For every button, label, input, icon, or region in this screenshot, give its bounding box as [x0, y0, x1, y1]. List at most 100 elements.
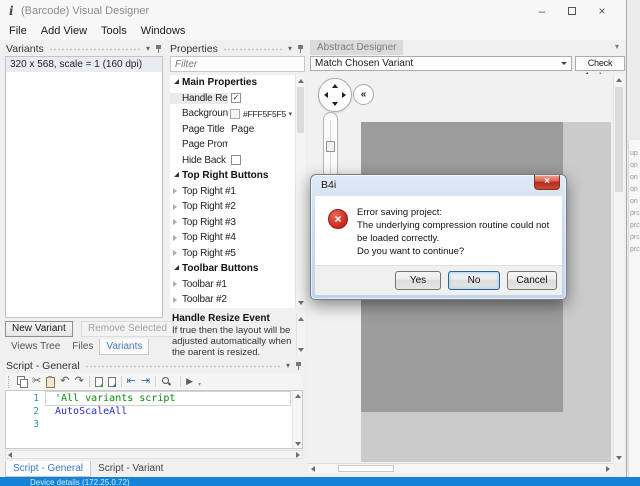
remove-selected-button[interactable]: Remove Selected	[81, 321, 174, 337]
property-group-top-right-5[interactable]: Top Right #5	[170, 246, 295, 262]
redo-icon[interactable]: ↷	[74, 376, 83, 387]
scrollbar-thumb[interactable]	[615, 87, 623, 192]
chevron-down-icon[interactable]: ▾	[288, 110, 292, 118]
property-row-hide-back[interactable]: Hide Back B...	[170, 153, 295, 169]
filter-input[interactable]	[171, 58, 309, 70]
undo-icon[interactable]: ↶	[60, 376, 69, 387]
properties-scrollbar[interactable]	[295, 75, 305, 308]
scroll-up-icon[interactable]	[293, 391, 302, 400]
maximize-button[interactable]	[562, 4, 582, 18]
scroll-right-icon[interactable]	[296, 452, 300, 458]
toolbar-grip[interactable]	[8, 375, 11, 388]
checkbox-checked[interactable]: ✓	[231, 93, 241, 104]
tab-views-tree[interactable]: Views Tree	[5, 339, 66, 354]
indent-icon[interactable]: ⇥	[141, 376, 150, 387]
description-scrollbar[interactable]	[296, 313, 305, 355]
no-button[interactable]: No	[448, 271, 500, 290]
close-button[interactable]: ×	[592, 4, 612, 18]
copy-icon[interactable]	[17, 376, 28, 388]
pin-icon[interactable]	[297, 44, 305, 54]
menu-tools[interactable]: Tools	[101, 25, 127, 37]
pan-down-icon[interactable]	[332, 102, 338, 106]
chevron-down-icon[interactable]: ▾	[286, 361, 290, 370]
tab-abstract-designer[interactable]: Abstract Designer	[310, 40, 404, 55]
editor-scrollbar[interactable]	[292, 391, 302, 448]
property-row-background[interactable]: Background... #FFF5F5F5 ▾	[170, 106, 295, 122]
variant-list-item[interactable]: 320 x 568, scale = 1 (160 dpi)	[6, 57, 162, 72]
collapse-icon[interactable]	[174, 79, 179, 85]
canvas-hscrollbar[interactable]	[308, 463, 613, 473]
collapse-icon[interactable]	[174, 172, 179, 178]
scroll-down-icon[interactable]	[296, 297, 305, 308]
menu-add-view[interactable]: Add View	[41, 25, 87, 37]
pan-left-icon[interactable]	[324, 92, 328, 98]
property-value[interactable]	[228, 137, 295, 153]
outdent-icon[interactable]: ⇤	[127, 376, 136, 387]
cancel-button[interactable]: Cancel	[507, 271, 557, 290]
property-value[interactable]: Page	[228, 122, 295, 138]
scroll-down-icon[interactable]	[614, 452, 624, 463]
property-group-toolbar-2[interactable]: Toolbar #2	[170, 292, 295, 308]
collapse-tools-button[interactable]: «	[353, 84, 374, 105]
cut-icon[interactable]: ✂	[32, 376, 41, 387]
property-row-page-title[interactable]: Page Title Page	[170, 122, 295, 138]
expand-icon[interactable]	[173, 203, 177, 210]
property-section-top-right[interactable]: Top Right Buttons	[170, 168, 295, 184]
property-row-page-prompt[interactable]: Page Prompt	[170, 137, 295, 153]
chevron-down-icon[interactable]: ▾	[288, 44, 292, 53]
expand-icon[interactable]	[173, 188, 177, 195]
check-anchors-button[interactable]: Check Anchors	[575, 56, 625, 81]
yes-button[interactable]: Yes	[395, 271, 441, 290]
expand-icon[interactable]	[173, 281, 177, 288]
uncomment-icon[interactable]	[107, 376, 116, 387]
expand-icon[interactable]	[173, 296, 177, 303]
scroll-left-icon[interactable]	[311, 466, 315, 472]
scrollbar-thumb[interactable]	[338, 465, 394, 472]
scrollbar-thumb[interactable]	[297, 87, 304, 133]
toolbar-overflow-icon[interactable]: ▾	[198, 381, 201, 388]
property-group-top-right-1[interactable]: Top Right #1	[170, 184, 295, 200]
property-group-toolbar-1[interactable]: Toolbar #1	[170, 277, 295, 293]
run-icon[interactable]: ▶	[186, 376, 193, 387]
pan-control[interactable]	[318, 78, 352, 112]
paste-icon[interactable]	[46, 375, 56, 388]
menu-windows[interactable]: Windows	[141, 25, 186, 37]
property-group-top-right-4[interactable]: Top Right #4	[170, 230, 295, 246]
dialog-close-button[interactable]: ×	[534, 175, 560, 190]
pan-right-icon[interactable]	[342, 92, 346, 98]
pin-icon[interactable]	[155, 44, 163, 54]
property-group-top-right-2[interactable]: Top Right #2	[170, 199, 295, 215]
pin-icon[interactable]	[295, 361, 303, 371]
zoom-slider-handle[interactable]	[326, 141, 335, 152]
tab-variants[interactable]: Variants	[99, 339, 150, 355]
tab-files[interactable]: Files	[66, 339, 99, 354]
find-icon[interactable]	[161, 376, 172, 387]
tab-script-variant[interactable]: Script - Variant	[91, 461, 170, 477]
pan-up-icon[interactable]	[332, 84, 338, 88]
canvas-vscrollbar[interactable]	[613, 74, 624, 463]
variant-selector-dropdown[interactable]: Match Chosen Variant	[310, 56, 572, 71]
tab-script-general[interactable]: Script - General	[5, 461, 92, 477]
scroll-down-icon[interactable]	[293, 439, 302, 448]
property-group-top-right-3[interactable]: Top Right #3	[170, 215, 295, 231]
minimize-button[interactable]: –	[532, 4, 552, 18]
scroll-left-icon[interactable]	[8, 452, 12, 458]
collapse-icon[interactable]	[174, 265, 179, 271]
editor-hscrollbar[interactable]	[5, 450, 303, 459]
property-section-main[interactable]: Main Properties	[170, 75, 295, 91]
scroll-down-icon[interactable]	[297, 344, 305, 355]
scroll-up-icon[interactable]	[297, 313, 305, 324]
chevron-down-icon[interactable]: ▾	[615, 42, 619, 51]
code-editor[interactable]: 1 2 3 'All variants script AutoScaleAll	[5, 390, 303, 449]
scroll-right-icon[interactable]	[606, 466, 610, 472]
checkbox-unchecked[interactable]	[231, 155, 241, 166]
chevron-down-icon[interactable]: ▾	[146, 44, 150, 53]
property-section-toolbar[interactable]: Toolbar Buttons	[170, 261, 295, 277]
comment-icon[interactable]	[94, 376, 103, 387]
scroll-up-icon[interactable]	[296, 75, 305, 86]
expand-icon[interactable]	[173, 234, 177, 241]
expand-icon[interactable]	[173, 250, 177, 257]
expand-icon[interactable]	[173, 219, 177, 226]
color-swatch[interactable]	[230, 108, 240, 119]
new-variant-button[interactable]: New Variant	[5, 321, 73, 337]
